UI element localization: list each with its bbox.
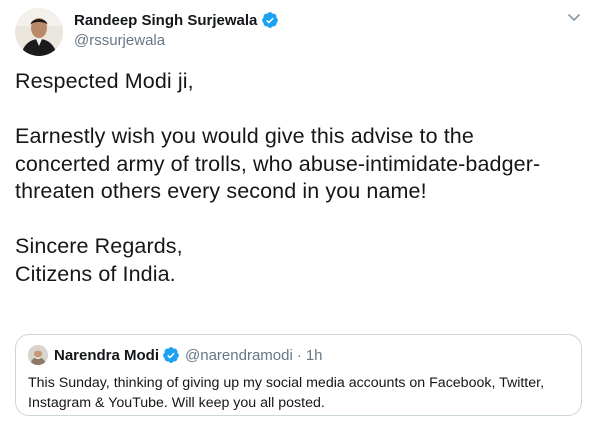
quoted-text-line: Instagram & YouTube. Will keep you all p… (28, 395, 325, 411)
tweet-text-line: Earnestly wish you would give this advis… (15, 124, 474, 148)
author-name[interactable]: Randeep Singh Surjewala (74, 12, 257, 29)
tweet-text-line: threaten others every second in you name… (15, 179, 427, 203)
quoted-tweet-header: Narendra Modi @narendramodi · 1h (28, 345, 323, 365)
author-name-row: Randeep Singh Surjewala (74, 10, 279, 30)
tweet-card: Randeep Singh Surjewala @rssurjewala Res… (0, 0, 599, 421)
tweet-text-line: Sincere Regards, (15, 234, 183, 258)
quoted-timestamp: 1h (305, 346, 323, 364)
timestamp-separator: · (296, 346, 302, 364)
tweet-text-line: Citizens of India. (15, 261, 176, 286)
quoted-author-name: Narendra Modi (54, 346, 160, 364)
quoted-text-line: This Sunday, thinking of giving up my so… (28, 375, 545, 391)
verified-badge-icon (261, 11, 279, 29)
author-avatar[interactable] (15, 8, 63, 56)
tweet-text-line: Respected Modi ji, (15, 69, 194, 93)
quoted-tweet[interactable]: Narendra Modi @narendramodi · 1h This Su… (15, 334, 582, 416)
chevron-down-icon[interactable] (566, 9, 582, 25)
quoted-tweet-text: This Sunday, thinking of giving up my so… (28, 373, 576, 413)
tweet-text: Respected Modi ji, Earnestly wish you wo… (15, 68, 590, 288)
author-handle[interactable]: @rssurjewala (74, 32, 279, 49)
quoted-author-handle: @narendramodi (185, 346, 293, 364)
tweet-text-line: concerted army of trolls, who abuse-inti… (15, 151, 541, 176)
quoted-author-avatar (28, 345, 48, 365)
verified-badge-icon (162, 346, 180, 364)
tweet-header: Randeep Singh Surjewala @rssurjewala (74, 10, 279, 49)
